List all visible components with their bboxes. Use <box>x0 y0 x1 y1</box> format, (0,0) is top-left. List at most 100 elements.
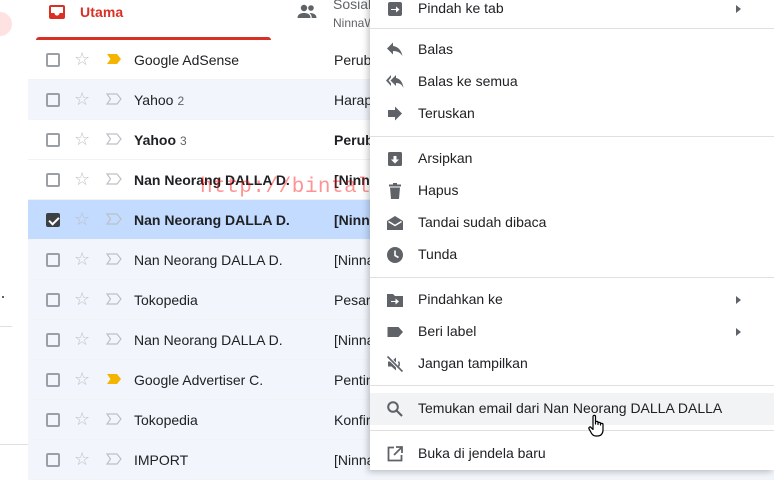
row-checkbox[interactable] <box>46 53 60 67</box>
important-marker-icon[interactable] <box>106 413 122 425</box>
email-sender: Tokopedia <box>134 412 198 428</box>
menu-item-find-emails[interactable]: Temukan email dari Nan Neorang DALLA DAL… <box>370 393 774 425</box>
row-checkbox[interactable] <box>46 253 60 267</box>
sender-name: Nan Neorang DALLA D. <box>134 252 283 268</box>
archive-icon <box>388 152 402 166</box>
star-icon[interactable]: ☆ <box>74 169 90 189</box>
email-subject: Pesar <box>334 292 371 308</box>
menu-label: Tandai sudah dibaca <box>418 214 547 230</box>
star-icon[interactable]: ☆ <box>74 289 90 309</box>
tab-primary-label: Utama <box>80 4 124 20</box>
search-icon <box>387 401 403 417</box>
email-sender: Nan Neorang DALLA D. <box>134 172 290 188</box>
menu-item-forward[interactable]: Teruskan <box>370 98 774 130</box>
menu-item-snooze[interactable]: Tunda <box>370 239 774 271</box>
email-subject: Konfir <box>334 412 371 428</box>
row-checkbox[interactable] <box>46 413 60 427</box>
important-marker-icon[interactable] <box>106 453 122 465</box>
move-to-inbox-icon <box>388 2 402 16</box>
star-icon[interactable]: ☆ <box>74 129 90 149</box>
menu-item-archive[interactable]: Arsipkan <box>370 143 774 175</box>
important-marker-icon[interactable] <box>106 213 122 225</box>
menu-divider <box>370 136 774 137</box>
menu-label: Tunda <box>418 246 458 262</box>
submenu-arrow-icon <box>736 328 741 336</box>
important-marker-icon[interactable] <box>106 53 122 65</box>
email-sender: Google Advertiser C. <box>134 372 263 388</box>
important-marker-icon[interactable] <box>106 93 122 105</box>
menu-item-mute[interactable]: Jangan tampilkan <box>370 348 774 380</box>
sender-name: Tokopedia <box>134 412 198 428</box>
menu-label: Buka di jendela baru <box>418 445 546 461</box>
email-sender: Yahoo 2 <box>134 92 184 108</box>
menu-item-label-as[interactable]: Beri label <box>370 316 774 348</box>
row-checkbox[interactable] <box>46 293 60 307</box>
important-marker-icon[interactable] <box>106 173 122 185</box>
important-marker-icon[interactable] <box>106 133 122 145</box>
menu-item-move-to[interactable]: Pindahkan ke <box>370 284 774 316</box>
folder-move-icon <box>387 294 403 307</box>
menu-item-reply-all[interactable]: Balas ke semua <box>370 66 774 98</box>
menu-divider <box>370 277 774 278</box>
tab-primary[interactable]: Utama <box>36 0 271 40</box>
sender-name: Yahoo <box>134 132 177 148</box>
important-marker-icon[interactable] <box>106 333 122 345</box>
important-marker-icon[interactable] <box>106 293 122 305</box>
context-menu: Pindah ke tab Balas Balas ke semua Terus… <box>370 0 774 470</box>
thread-count: 2 <box>177 94 185 108</box>
menu-item-move-to-tab[interactable]: Pindah ke tab <box>370 0 774 25</box>
star-icon[interactable]: ☆ <box>74 369 90 389</box>
sender-name: IMPORT <box>134 452 189 468</box>
star-icon[interactable]: ☆ <box>74 249 90 269</box>
menu-item-reply[interactable]: Balas <box>370 34 774 66</box>
menu-label: Pindahkan ke <box>418 291 503 307</box>
rail-divider <box>0 444 28 445</box>
row-checkbox[interactable] <box>46 333 60 347</box>
email-sender: IMPORT <box>134 452 188 468</box>
row-checkbox[interactable] <box>46 373 60 387</box>
reply-all-icon <box>386 75 404 88</box>
sender-name: Nan Neorang DALLA D. <box>134 172 290 188</box>
menu-item-open-new-window[interactable]: Buka di jendela baru <box>370 438 774 470</box>
menu-label: Pindah ke tab <box>418 0 504 16</box>
email-subject: [Ninna <box>334 252 375 268</box>
row-checkbox[interactable] <box>46 213 60 227</box>
rail-mark <box>2 296 4 298</box>
important-marker-icon[interactable] <box>106 253 122 265</box>
menu-label: Hapus <box>418 182 459 198</box>
row-checkbox[interactable] <box>46 173 60 187</box>
email-sender: Yahoo 3 <box>134 132 187 148</box>
menu-label: Balas ke semua <box>418 73 518 89</box>
sender-name: Google Advertiser C. <box>134 372 264 388</box>
thread-count: 3 <box>180 134 187 148</box>
submenu-arrow-icon <box>736 5 741 13</box>
star-icon[interactable]: ☆ <box>74 49 90 69</box>
compose-button-edge[interactable] <box>0 12 12 36</box>
row-checkbox[interactable] <box>46 453 60 467</box>
email-sender: Tokopedia <box>134 292 198 308</box>
menu-label: Temukan email dari Nan Neorang DALLA DAL… <box>418 400 723 416</box>
star-icon[interactable]: ☆ <box>74 329 90 349</box>
email-sender: Google AdSense <box>134 52 239 68</box>
menu-label: Jangan tampilkan <box>418 355 528 371</box>
star-icon[interactable]: ☆ <box>74 409 90 429</box>
clock-icon <box>387 247 403 263</box>
row-checkbox[interactable] <box>46 93 60 107</box>
menu-label: Beri label <box>418 323 477 339</box>
tab-social-label: Sosial <box>333 0 372 12</box>
email-subject: [Ninna <box>334 332 375 348</box>
star-icon[interactable]: ☆ <box>74 89 90 109</box>
important-marker-icon[interactable] <box>106 373 122 385</box>
email-subject: [Ninna <box>334 452 375 468</box>
sender-name: Google AdSense <box>134 52 240 68</box>
sender-name: Tokopedia <box>134 292 198 308</box>
menu-item-delete[interactable]: Hapus <box>370 175 774 207</box>
rail-divider <box>0 326 12 327</box>
hand-cursor-icon <box>588 414 604 437</box>
sender-name: Nan Neorang DALLA D. <box>134 332 283 348</box>
menu-item-mark-read[interactable]: Tandai sudah dibaca <box>370 207 774 239</box>
row-checkbox[interactable] <box>46 133 60 147</box>
star-icon[interactable]: ☆ <box>74 209 90 229</box>
submenu-arrow-icon <box>736 296 741 304</box>
star-icon[interactable]: ☆ <box>74 449 90 469</box>
